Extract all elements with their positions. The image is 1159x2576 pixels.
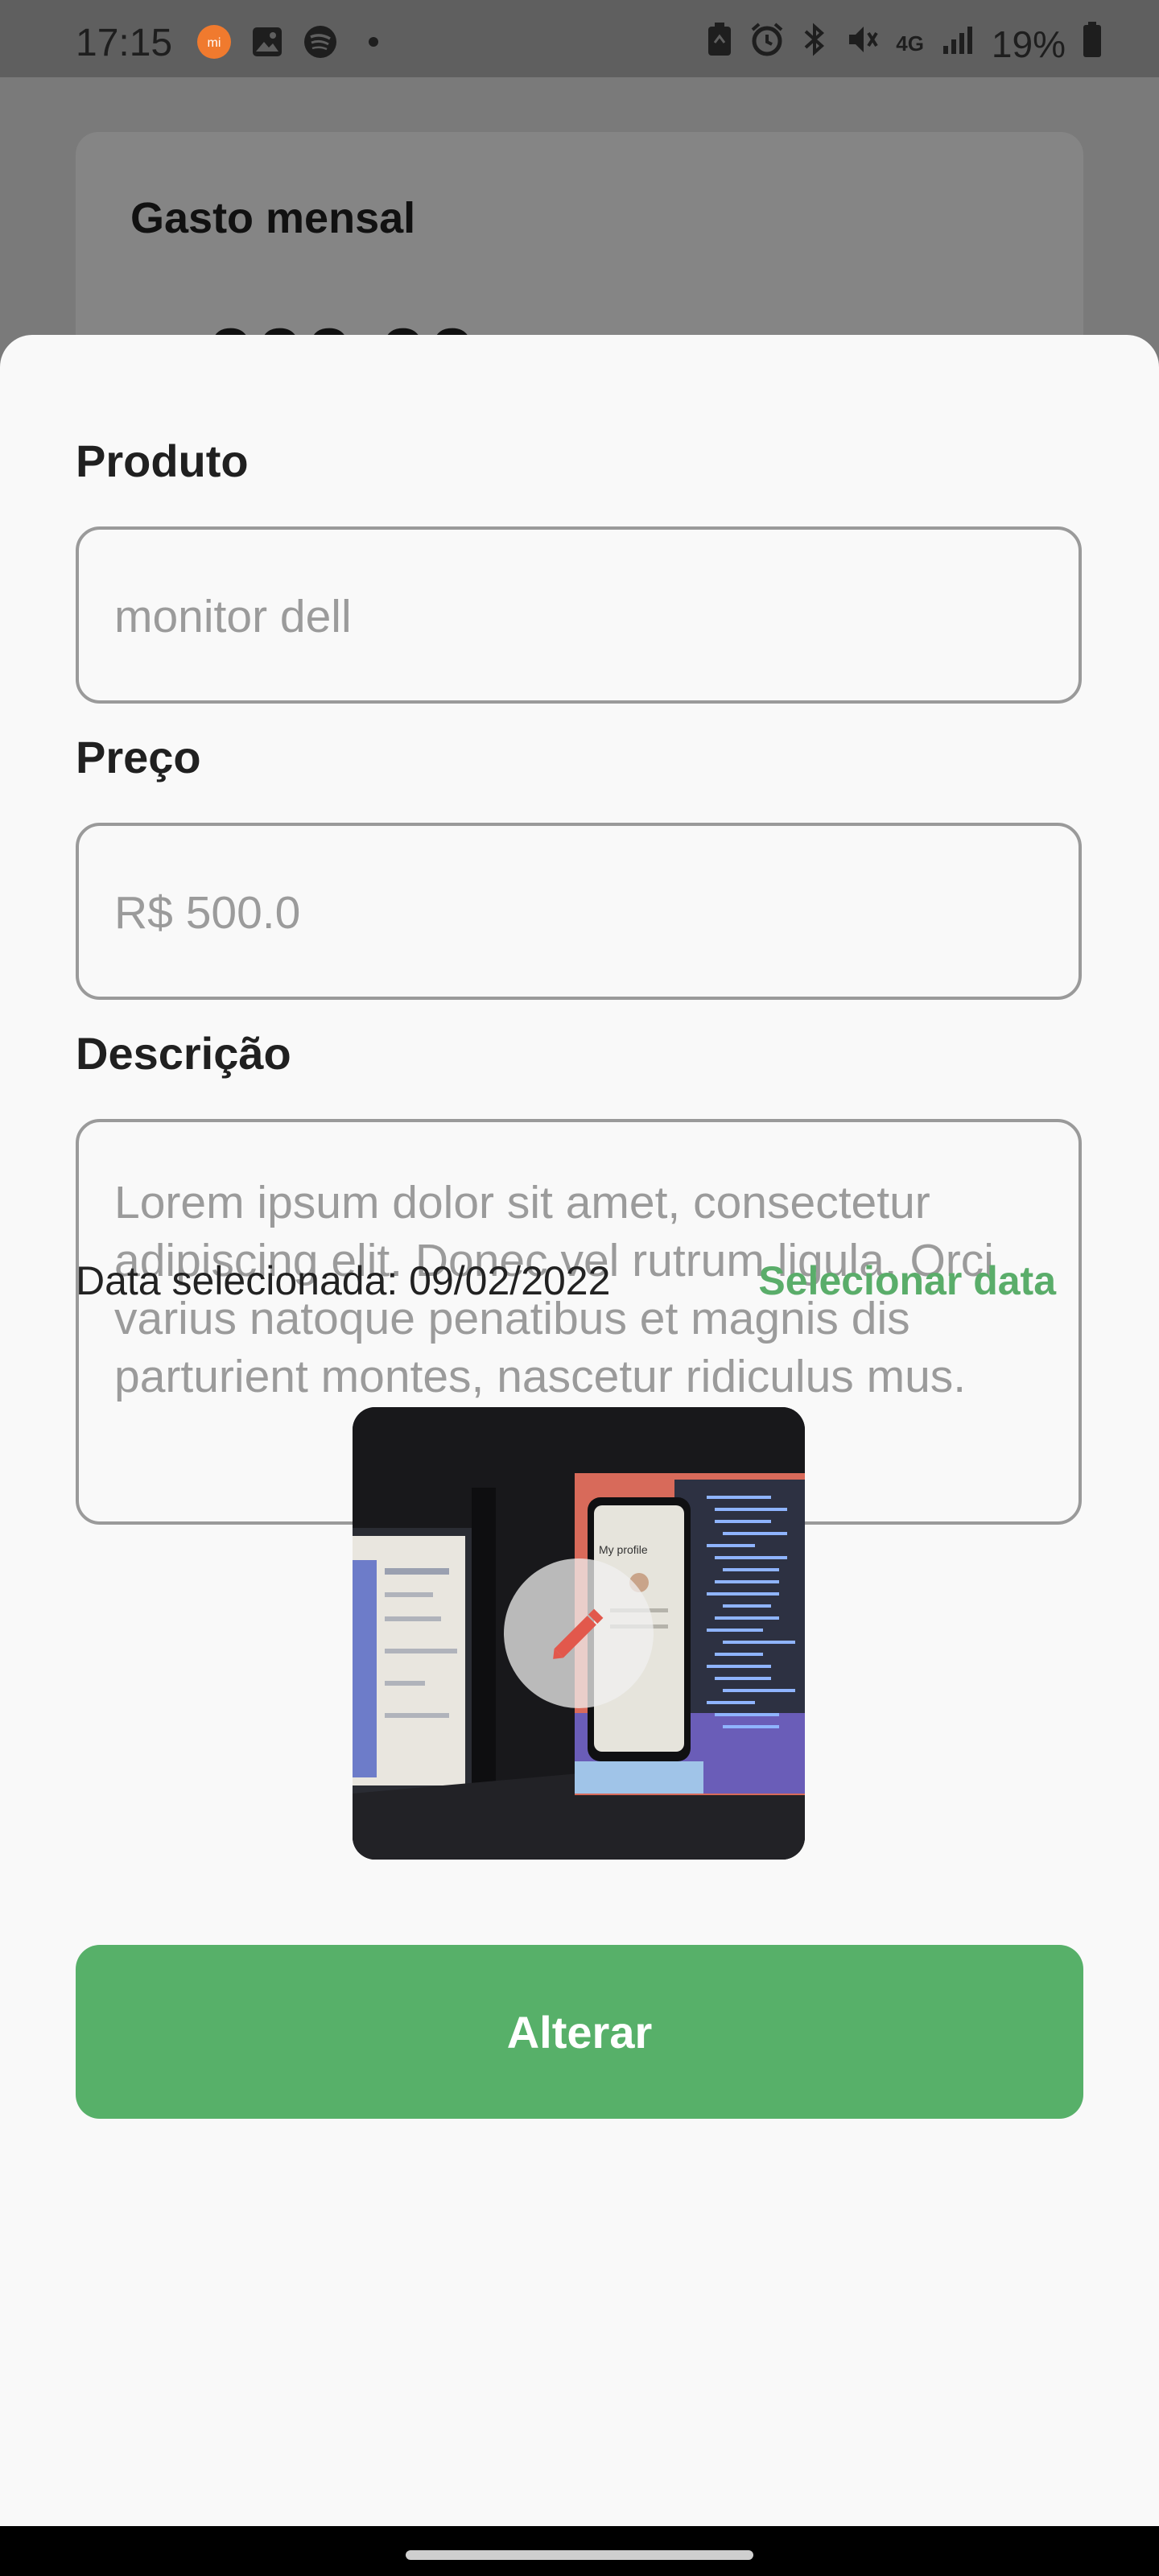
status-notification-icons: mi [196, 24, 391, 60]
price-label: Preço [76, 732, 201, 782]
alterar-button[interactable]: Alterar [76, 1945, 1083, 2119]
gallery-icon [250, 24, 285, 60]
svg-text:mi: mi [208, 36, 221, 50]
status-system-icons: 4G 19% [706, 21, 1103, 67]
status-bar: 17:15 mi 4G 19% [0, 0, 1159, 77]
price-field-value: R$ 500.0 [114, 887, 301, 939]
navigation-bar [0, 2526, 1159, 2576]
selected-date-label: Data selecionada: 09/02/2022 [76, 1258, 611, 1303]
product-field[interactable]: monitor dell [76, 526, 1082, 704]
product-label: Produto [76, 436, 249, 486]
status-time: 17:15 [76, 22, 173, 64]
description-label: Descrição [76, 1028, 291, 1079]
battery-icon [1082, 21, 1103, 67]
mi-app-icon: mi [196, 24, 232, 60]
spotify-icon [303, 24, 338, 60]
price-field[interactable]: R$ 500.0 [76, 823, 1082, 1000]
product-field-value: monitor dell [114, 591, 352, 642]
battery-saver-icon [706, 22, 733, 66]
battery-percentage: 19% [991, 23, 1066, 65]
pencil-icon [553, 1608, 604, 1659]
select-date-button[interactable]: Selecionar data [758, 1257, 1056, 1304]
alarm-icon [749, 22, 785, 66]
mute-icon [844, 22, 880, 66]
bluetooth-icon [801, 22, 828, 66]
photo-screen-caption: My profile [599, 1543, 648, 1556]
expense-photo[interactable]: My profile [353, 1407, 805, 1860]
network-4g-icon: 4G [896, 31, 924, 56]
home-gesture-handle[interactable] [406, 2550, 753, 2560]
dot-icon [356, 24, 391, 60]
edit-photo-button[interactable] [504, 1558, 654, 1708]
signal-icon [940, 22, 975, 66]
monthly-expense-title: Gasto mensal [130, 194, 416, 242]
